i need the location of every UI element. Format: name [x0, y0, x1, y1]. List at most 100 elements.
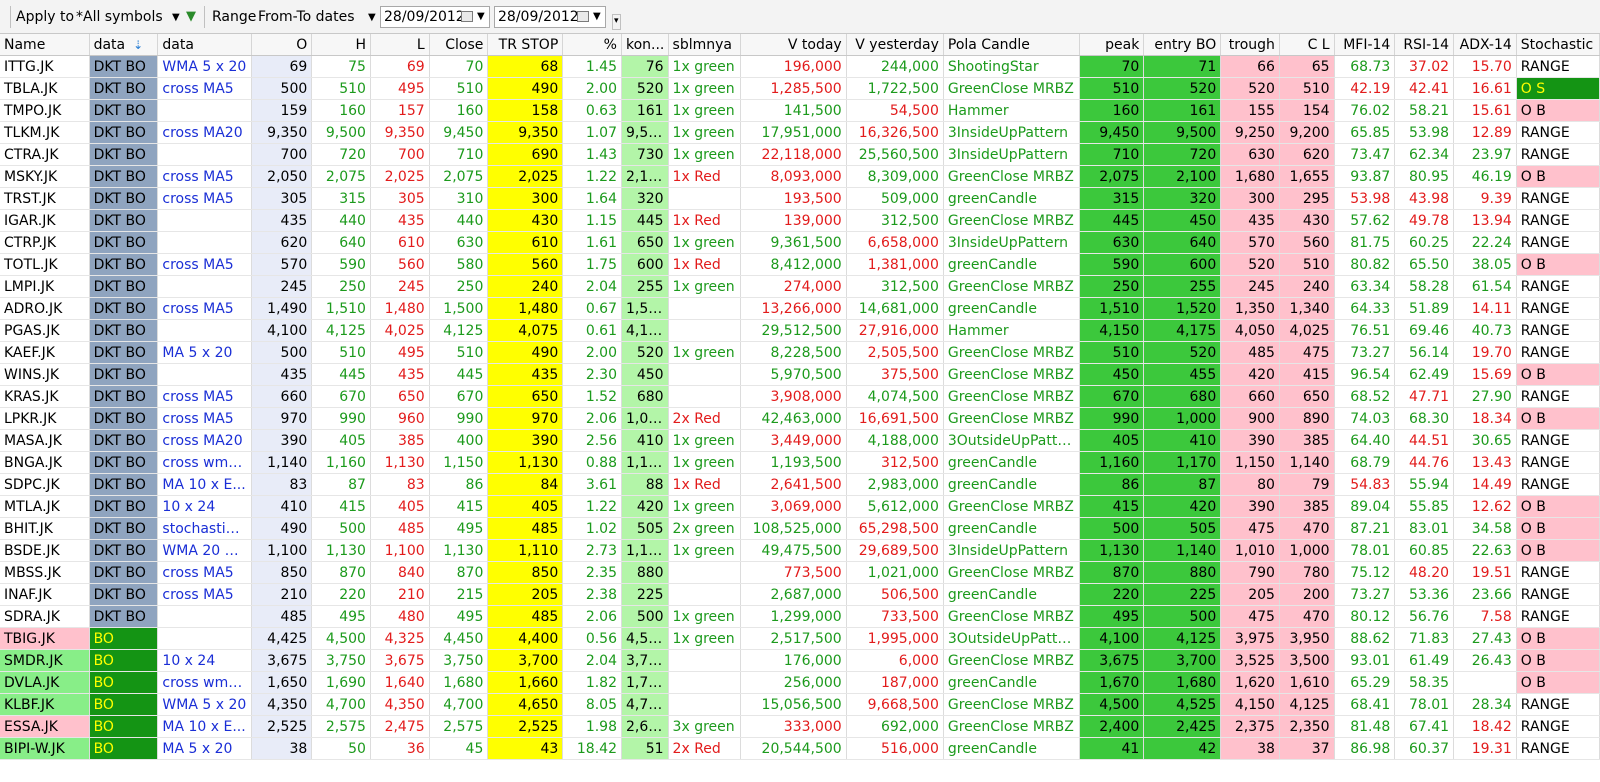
- table-row[interactable]: TRST.JK DKT BO cross MA5 305 315 305 310 300 1.6…: [0, 187, 1600, 210]
- cell--: 1.22: [562, 495, 622, 518]
- apply-to-dropdown[interactable]: *All symbols ▼: [76, 6, 182, 28]
- column-header-12[interactable]: V yesterday: [846, 34, 944, 56]
- column-header-19[interactable]: RSI-14: [1394, 34, 1455, 56]
- table-row[interactable]: KLBF.JK BO WMA 5 x 20 4,350 4,700 4,350 4,700 4…: [0, 693, 1600, 716]
- cell-v-yesterday: 5,612,000: [846, 495, 944, 518]
- table-row[interactable]: LMPI.JK DKT BO 245 250 245 250 240 2.04 255 1x gr…: [0, 275, 1600, 298]
- table-row[interactable]: MASA.JK DKT BO cross MA20 390 405 385 400 390 2.…: [0, 429, 1600, 452]
- chevron-down-icon[interactable]: ▼: [477, 7, 485, 27]
- cell-mfi-14: 87.21: [1334, 517, 1396, 540]
- cell-peak: 250: [1079, 275, 1145, 298]
- column-header-3[interactable]: O: [251, 34, 313, 56]
- cell-adx-14: 40.73: [1453, 319, 1517, 342]
- column-header-13[interactable]: Pola Candle: [943, 34, 1080, 56]
- column-header-5[interactable]: L: [370, 34, 430, 56]
- table-row[interactable]: MSKY.JK DKT BO cross MA5 2,050 2,075 2,025 2,0…: [0, 165, 1600, 188]
- cell-name: BSDE.JK: [0, 539, 90, 562]
- table-row[interactable]: TMPO.JK DKT BO 159 160 157 160 158 0.63 161 1x gr…: [0, 99, 1600, 122]
- cell-peak: 870: [1079, 561, 1145, 584]
- column-header-21[interactable]: Stochastic: [1516, 34, 1600, 56]
- table-row[interactable]: TLKM.JK DKT BO cross MA20 9,350 9,500 9,350 9,…: [0, 121, 1600, 144]
- table-row[interactable]: SDRA.JK DKT BO 485 495 480 495 485 2.06 500 1x gr…: [0, 605, 1600, 628]
- table-row[interactable]: LPKR.JK DKT BO cross MA5 970 990 960 990 970 2.0…: [0, 407, 1600, 430]
- table-row[interactable]: WINS.JK DKT BO 435 445 435 445 435 2.30 450 5,970…: [0, 363, 1600, 386]
- cell-pola-candle: greenCandle: [943, 671, 1080, 694]
- column-header-18[interactable]: MFI-14: [1334, 34, 1396, 56]
- column-header-2[interactable]: data: [157, 34, 252, 56]
- cell--: 0.67: [562, 297, 622, 320]
- table-row[interactable]: CTRA.JK DKT BO 700 720 700 710 690 1.43 730 1x gr…: [0, 143, 1600, 166]
- column-header-4[interactable]: H: [311, 34, 371, 56]
- cell-v-today: 29,512,500: [740, 319, 847, 342]
- table-row[interactable]: BSDE.JK DKT BO WMA 20 x ... 1,100 1,130 1,100…: [0, 539, 1600, 562]
- cell-entry-bo: 4,125: [1143, 627, 1222, 650]
- cell-c-l: 475: [1279, 341, 1335, 364]
- table-row[interactable]: SMDR.JK BO 10 x 24 3,675 3,750 3,675 3,750 3,70…: [0, 649, 1600, 672]
- column-header-8[interactable]: %: [562, 34, 622, 56]
- cell-sblmnya: 1x green: [668, 495, 742, 518]
- table-row[interactable]: ITTG.JK DKT BO WMA 5 x 20 69 75 69 70 68 1.45 76 1…: [0, 55, 1600, 78]
- date-to-field[interactable]: 28/09/2012 ▼: [494, 6, 606, 28]
- table-row[interactable]: KAEF.JK DKT BO MA 5 x 20 500 510 495 510 490 2.0…: [0, 341, 1600, 364]
- table-row[interactable]: TBIG.JK BO 4,425 4,500 4,325 4,450 4,400 0.56 4,…: [0, 627, 1600, 650]
- column-header-11[interactable]: V today: [740, 34, 847, 56]
- filter-icon[interactable]: ▼: [186, 6, 196, 28]
- column-header-20[interactable]: ADX-14: [1453, 34, 1517, 56]
- toolbar-overflow-icon[interactable]: ▾: [612, 14, 621, 30]
- cell-kon-: 3,775: [621, 649, 669, 672]
- table-row[interactable]: MTLA.JK DKT BO 10 x 24 410 415 405 415 405 1.22 4…: [0, 495, 1600, 518]
- cell-v-today: 2,517,500: [740, 627, 847, 650]
- cell-c-l: 1,610: [1279, 671, 1335, 694]
- cell-v-today: 22,118,000: [740, 143, 847, 166]
- date-from-field[interactable]: 28/09/2012 ▼: [380, 6, 490, 28]
- cell-close: 1,130: [429, 539, 489, 562]
- range-dropdown[interactable]: From-To dates ▼: [258, 6, 376, 28]
- column-header-1[interactable]: data ⇣: [89, 34, 159, 56]
- chevron-down-icon[interactable]: ▼: [593, 7, 601, 27]
- column-header-14[interactable]: peak: [1079, 34, 1145, 56]
- table-row[interactable]: SDPC.JK DKT BO MA 10 x E... 83 87 83 86 84 3.61 8…: [0, 473, 1600, 496]
- column-header-15[interactable]: entry BO: [1143, 34, 1222, 56]
- table-row[interactable]: TBLA.JK DKT BO cross MA5 500 510 495 510 490 2.0…: [0, 77, 1600, 100]
- column-header-9[interactable]: kon...: [621, 34, 669, 56]
- cell-stochastic: O S: [1516, 77, 1600, 100]
- calendar-icon[interactable]: [461, 11, 473, 22]
- cell-h: 4,500: [311, 627, 371, 650]
- cell-name: ITTG.JK: [0, 55, 90, 78]
- cell-sblmnya: 1x green: [668, 605, 742, 628]
- table-row[interactable]: MBSS.JK DKT BO cross MA5 850 870 840 870 850 2.3…: [0, 561, 1600, 584]
- table-row[interactable]: PGAS.JK DKT BO 4,100 4,125 4,025 4,125 4,075 0.…: [0, 319, 1600, 342]
- sort-icon[interactable]: ⇣: [133, 38, 143, 52]
- cell-sblmnya: 2x Red: [668, 737, 742, 760]
- column-header-7[interactable]: TR STOP: [487, 34, 564, 56]
- cell-sblmnya: [668, 385, 742, 408]
- table-row[interactable]: IGAR.JK DKT BO 435 440 435 440 430 1.15 445 1x Re…: [0, 209, 1600, 232]
- table-row[interactable]: BNGA.JK DKT BO cross wma14 1,140 1,160 1,130 1…: [0, 451, 1600, 474]
- cell-c-l: 430: [1279, 209, 1335, 232]
- table-row[interactable]: BHIT.JK DKT BO stochastic c... 490 500 485 495…: [0, 517, 1600, 540]
- table-row[interactable]: ADRO.JK DKT BO cross MA5 1,490 1,510 1,480 1,5…: [0, 297, 1600, 320]
- cell-v-yesterday: 8,309,000: [846, 165, 944, 188]
- table-row[interactable]: TOTL.JK DKT BO cross MA5 570 590 560 580 560 1.7…: [0, 253, 1600, 276]
- cell--: 1.98: [562, 715, 622, 738]
- calendar-icon[interactable]: [577, 11, 589, 22]
- cell-h: 670: [311, 385, 371, 408]
- table-row[interactable]: ESSA.JK BO MA 10 x E... 2,525 2,575 2,475 2,57…: [0, 715, 1600, 738]
- cell-kon-: 730: [621, 143, 669, 166]
- table-row[interactable]: KRAS.JK DKT BO cross MA5 660 670 650 670 650 1.5…: [0, 385, 1600, 408]
- cell-peak: 710: [1079, 143, 1145, 166]
- table-row[interactable]: BIPI-W.JK BO MA 5 x 20 38 50 36 45 43 18.42 51 2x …: [0, 737, 1600, 760]
- cell-o: 4,350: [251, 693, 313, 716]
- column-header-10[interactable]: sblmnya: [668, 34, 742, 56]
- column-header-17[interactable]: C L: [1279, 34, 1335, 56]
- column-header-6[interactable]: Close: [429, 34, 489, 56]
- table-row[interactable]: DVLA.JK BO cross wma14 1,650 1,690 1,640 1,680…: [0, 671, 1600, 694]
- cell-data: DKT BO: [89, 231, 159, 254]
- table-row[interactable]: CTRP.JK DKT BO 620 640 610 630 610 1.61 650 1x gr…: [0, 231, 1600, 254]
- cell-data: DKT BO: [89, 99, 159, 122]
- cell-o: 490: [251, 517, 313, 540]
- column-header-0[interactable]: Name: [0, 34, 90, 56]
- cell-kon-: 1,000: [621, 407, 669, 430]
- column-header-16[interactable]: trough: [1220, 34, 1280, 56]
- table-row[interactable]: INAF.JK DKT BO cross MA5 210 220 210 215 205 2.3…: [0, 583, 1600, 606]
